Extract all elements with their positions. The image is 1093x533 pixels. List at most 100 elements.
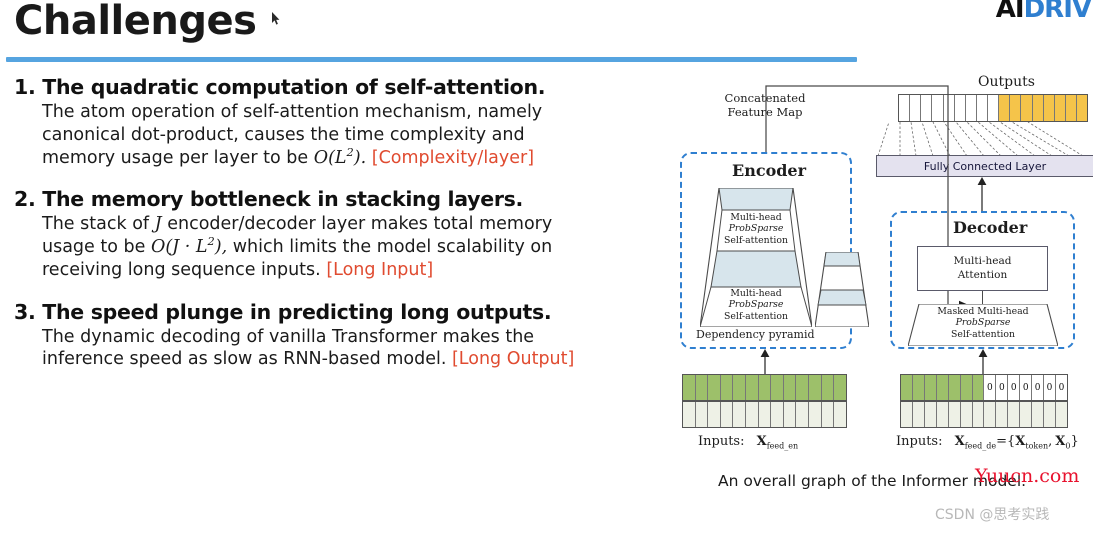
word: mechanism, bbox=[364, 102, 472, 122]
word: the bbox=[310, 124, 340, 145]
informer-architecture-diagram: Outputs Fully Connected Layer Concatenat… bbox=[660, 66, 1093, 486]
enc-b-line3: Self-attention bbox=[724, 310, 788, 322]
challenge-body: The dynamic decoding of vanilla Transfor… bbox=[0, 326, 660, 372]
encoder-input-green-row bbox=[682, 374, 847, 401]
input-cell bbox=[771, 375, 784, 400]
output-cell-orange bbox=[1021, 95, 1033, 121]
enc-a-line2: ProbSparse bbox=[728, 223, 784, 235]
inputs-dec-label: Inputs: bbox=[896, 434, 943, 449]
enc-a-line1: Multi-head bbox=[730, 212, 782, 223]
output-cell-orange bbox=[1077, 95, 1088, 121]
input-cell bbox=[809, 402, 822, 427]
dec-attn-line2: Attention bbox=[957, 268, 1008, 281]
input-cell bbox=[683, 375, 696, 400]
input-cell bbox=[901, 402, 913, 427]
input-cell bbox=[1032, 402, 1045, 427]
word: limits bbox=[289, 237, 337, 257]
input-cell-zero: 0 bbox=[1044, 375, 1056, 400]
output-cell-white bbox=[988, 95, 1000, 121]
word: dynamic bbox=[80, 326, 155, 347]
input-cell bbox=[822, 402, 835, 427]
body-line-text: memory usage per layer to be O(L2). bbox=[42, 146, 367, 170]
dependency-pyramid-label: Dependency pyramid bbox=[696, 328, 815, 341]
encoder-inputs-caption: Inputs: Xfeed_en bbox=[698, 434, 798, 451]
word: Transformer bbox=[332, 326, 438, 347]
body-line: usage to be O(J · L2), which limits the … bbox=[42, 235, 642, 259]
inputs-dec-eq: ={ bbox=[996, 434, 1016, 449]
dec-masked-line1: Masked Multi-head bbox=[937, 306, 1029, 317]
word: time bbox=[344, 124, 385, 145]
input-cell bbox=[733, 402, 747, 427]
word: of bbox=[246, 326, 264, 347]
title-divider bbox=[6, 57, 857, 62]
input-cell bbox=[1056, 402, 1067, 427]
input-cell bbox=[733, 375, 747, 400]
output-cell-orange bbox=[1043, 95, 1055, 121]
input-cell-green bbox=[948, 375, 961, 400]
dec-attn-line1: Multi-head bbox=[953, 255, 1012, 268]
body-line: The stack of J encoder/decoder layer mak… bbox=[42, 213, 642, 236]
input-cell bbox=[809, 375, 822, 400]
input-cell bbox=[721, 375, 734, 400]
body-line-text: inference speed as slow as RNN-based mod… bbox=[42, 349, 447, 370]
input-cell-zero: 0 bbox=[996, 375, 1009, 400]
decoder-input-bottom-row bbox=[900, 401, 1068, 428]
word: of bbox=[220, 102, 238, 122]
formula-tail: ). bbox=[353, 147, 367, 168]
formula-body: (J · L bbox=[165, 237, 208, 257]
word: dot-product, bbox=[130, 124, 239, 145]
body-line: receiving long sequence inputs. [Long In… bbox=[42, 259, 642, 282]
input-cell-zero: 0 bbox=[1008, 375, 1021, 400]
input-cell bbox=[984, 402, 997, 427]
output-cell-white bbox=[977, 95, 988, 121]
decoder-input-arrow bbox=[978, 349, 988, 377]
inputs-enc-label: Inputs: bbox=[698, 434, 745, 449]
input-cell-zero: 0 bbox=[984, 375, 997, 400]
encoder-input-arrow bbox=[760, 349, 770, 377]
word: the bbox=[505, 326, 535, 347]
word: vanilla bbox=[268, 326, 327, 347]
word: atom bbox=[80, 102, 126, 122]
input-cell bbox=[961, 402, 973, 427]
formula-o: O bbox=[151, 237, 166, 257]
inputs-dec-sub: feed_de bbox=[964, 441, 997, 451]
input-cell bbox=[696, 402, 709, 427]
decoder-inputs-caption: Inputs: Xfeed_de={Xtoken, X0} bbox=[896, 434, 1079, 451]
word: memory bbox=[479, 214, 553, 235]
input-cell-green bbox=[901, 375, 913, 400]
complexity-formula: O(L2). bbox=[314, 146, 367, 168]
input-cell bbox=[796, 402, 810, 427]
input-cell bbox=[1044, 402, 1056, 427]
challenge-heading: 3. The speed plunge in predicting long o… bbox=[0, 300, 660, 324]
page-title: Challenges bbox=[14, 0, 257, 44]
decoder-masked-text: Masked Multi-head ProbSparse Self-attent… bbox=[912, 306, 1054, 340]
challenge-tag: [Long Input] bbox=[326, 259, 434, 280]
input-cell-green bbox=[912, 375, 925, 400]
input-cell-green bbox=[924, 375, 937, 400]
inputs-dec-tok: X bbox=[1015, 434, 1026, 449]
challenge-heading: 2. The memory bottleneck in stacking lay… bbox=[0, 187, 660, 211]
challenge-heading-text: The speed plunge in predicting long outp… bbox=[42, 299, 552, 324]
brand-logo-text-a: AI bbox=[995, 0, 1025, 24]
challenge-heading-text: The quadratic computation of self-attent… bbox=[42, 75, 546, 99]
word: encoder/decoder bbox=[167, 214, 316, 235]
input-cell bbox=[913, 402, 925, 427]
input-cell-zero: 0 bbox=[1020, 375, 1033, 400]
challenge-number: 2. bbox=[14, 187, 36, 212]
encoder-label: Encoder bbox=[732, 161, 807, 180]
word: causes bbox=[244, 124, 305, 145]
mouse-cursor-icon bbox=[272, 12, 280, 25]
inputs-dec-comma: , bbox=[1048, 434, 1053, 449]
word: on bbox=[530, 237, 553, 257]
input-cell-green bbox=[960, 375, 973, 400]
input-cell bbox=[1008, 402, 1021, 427]
input-cell bbox=[784, 402, 797, 427]
word: which bbox=[232, 237, 284, 257]
word: self-attention bbox=[243, 102, 360, 122]
word: makes bbox=[370, 214, 428, 235]
body-line: The atom operation of self-attention mec… bbox=[42, 101, 642, 124]
symbol-j: J bbox=[154, 214, 162, 235]
challenge-heading-text: The memory bottleneck in stacking layers… bbox=[42, 187, 524, 212]
word: be bbox=[123, 237, 146, 257]
word: layer bbox=[321, 214, 366, 235]
